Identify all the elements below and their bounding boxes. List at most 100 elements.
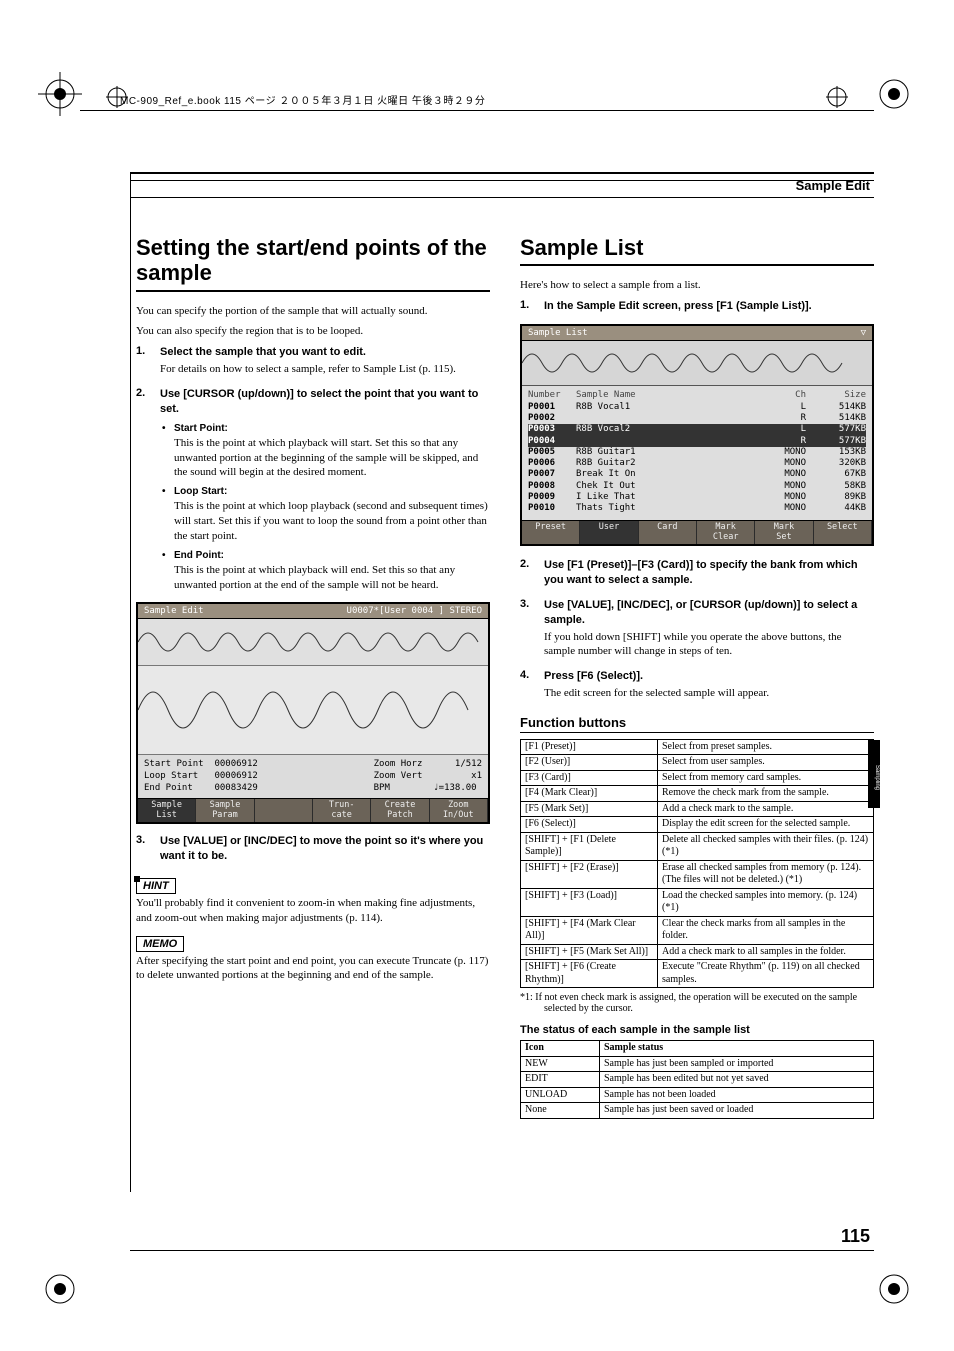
table-row: UNLOADSample has not been loaded [521,1087,874,1103]
dropdown-icon: ▽ [861,328,866,338]
heading-rule [520,732,874,733]
step-item: Use [VALUE], [INC/DEC], or [CURSOR (up/d… [520,598,874,659]
book-header: MC-909_Ref_e.book 115 ページ ２００５年３月１日 火曜日 … [120,92,485,107]
table-row: P0001R8B Vocal1L514KB [528,402,866,413]
col-header: Icon [521,1041,600,1057]
heading-rule [520,264,874,266]
step-item: Use [F1 (Preset)]–[F3 (Card)] to specify… [520,558,874,588]
table-row: [F5 (Mark Set)]Add a check mark to the s… [521,801,874,817]
sshot-params-left: Start Point 00006912 Loop Start 00006912… [144,759,258,794]
table-row: EDITSample has been edited but not yet s… [521,1072,874,1088]
left-column: Setting the start/end points of the samp… [136,235,490,1119]
register-mark [826,86,848,108]
crop-mark [38,72,82,116]
screenshot-sample-list: Sample List ▽ Number Sample Name Ch Size… [520,324,874,546]
sshot-params-right: Zoom Horz 1/512 Zoom Vert x1 BPM ♩=138.0… [374,759,482,794]
fkey-user: User [580,521,638,544]
step-head: Use [VALUE] or [INC/DEC] to move the poi… [160,834,490,864]
intro-text: You can specify the portion of the sampl… [136,304,490,319]
table-row: P0005R8B Guitar1MONO153KB [528,447,866,458]
bullet-label: Loop Start: [174,486,227,497]
crop-mark [38,1267,82,1311]
subheading-status: The status of each sample in the sample … [520,1024,874,1036]
table-row: P0003R8B Vocal2L577KB [528,424,866,435]
waveform-zoom [138,666,488,755]
section-heading-sample-list: Sample List [520,235,874,260]
table-row: NoneSample has just been saved or loaded [521,1103,874,1119]
left-margin-rule [130,172,131,1192]
step-head: In the Sample Edit screen, press [F1 (Sa… [544,299,874,314]
step-item: Press [F6 (Select)]. The edit screen for… [520,669,874,701]
bullet-desc: This is the point at which loop playback… [174,499,490,544]
table-row: P0007Break It OnMONO67KB [528,469,866,480]
crop-mark [872,72,916,116]
hint-icon: HINT [136,878,176,894]
bullet-label: Start Point: [174,423,228,434]
fkey-preset: Preset [522,521,580,544]
fkey-mark-clear: Mark Clear [697,521,755,544]
col-header: Sample status [600,1041,874,1057]
step-body: For details on how to select a sample, r… [160,362,490,377]
fkey-sample-list: Sample List [138,799,196,822]
step-item: Select the sample that you want to edit.… [136,345,490,377]
step-head: Use [CURSOR (up/down)] to select the poi… [160,387,490,417]
page-number: 115 [841,1226,870,1247]
memo-icon: MEMO [136,936,184,952]
bullet-item: End Point: This is the point at which pl… [160,550,490,593]
table-row: [SHIFT] + [F6 (Create Rhythm)]Execute "C… [521,960,874,988]
step-head: Use [F1 (Preset)]–[F3 (Card)] to specify… [544,558,874,588]
table-row: P0008Chek It OutMONO58KB [528,481,866,492]
bullet-item: Start Point: This is the point at which … [160,423,490,481]
table-row: P0010Thats TightMONO44KB [528,503,866,514]
sshot-title-left: Sample Edit [144,606,204,616]
table-row: P0009I Like ThatMONO89KB [528,492,866,503]
step-item: Use [CURSOR (up/down)] to select the poi… [136,387,490,592]
table-row: P0004R577KB [528,436,866,447]
fkey-mark-set: Mark Set [755,521,813,544]
table-row: [SHIFT] + [F2 (Erase)]Erase all checked … [521,860,874,888]
header-rule [80,110,874,111]
table-row: [SHIFT] + [F5 (Mark Set All)]Add a check… [521,944,874,960]
hint-body: You'll probably find it convenient to zo… [136,896,490,926]
fkey-zoom: Zoom In/Out [430,799,488,822]
page-header-title: Sample Edit [796,178,870,193]
table-row: [SHIFT] + [F4 (Mark Clear All)]Clear the… [521,916,874,944]
bullet-desc: This is the point at which playback will… [174,563,490,593]
table-row: [F6 (Select)]Display the edit screen for… [521,817,874,833]
step-head: Press [F6 (Select)]. [544,669,874,684]
step-head: Use [VALUE], [INC/DEC], or [CURSOR (up/d… [544,598,874,628]
bullet-label: End Point: [174,550,224,561]
sshot-title-right: U0007*[User 0004 ] STEREO [347,606,482,616]
bullet-item: Loop Start: This is the point at which l… [160,486,490,544]
table-header: Number Sample Name Ch Size [528,390,866,400]
table-row: NEWSample has just been sampled or impor… [521,1056,874,1072]
fkey-select: Select [814,521,872,544]
table-row: P0006R8B Guitar2MONO320KB [528,458,866,469]
heading-rule [136,290,490,292]
table-row: P0002R514KB [528,413,866,424]
screenshot-sample-edit: Sample Edit U0007*[User 0004 ] STEREO St… [136,602,490,824]
waveform-overview [138,619,488,666]
right-column: Sample List Here's how to select a sampl… [520,235,874,1119]
footnote: *1: If not even check mark is assigned, … [520,992,874,1014]
table-row: [SHIFT] + [F3 (Load)]Load the checked sa… [521,888,874,916]
fkey-card: Card [639,521,697,544]
table-row: [SHIFT] + [F1 (Delete Sample)]Delete all… [521,832,874,860]
page-rule [130,172,874,181]
fkey-truncate: Trun- cate [313,799,371,822]
sshot-title: Sample List [528,328,588,338]
table-row: [F3 (Card)]Select from memory card sampl… [521,770,874,786]
bullet-desc: This is the point at which playback will… [174,436,490,481]
crop-mark [872,1267,916,1311]
step-item: Use [VALUE] or [INC/DEC] to move the poi… [136,834,490,864]
table-row: [F2 (User)]Select from user samples. [521,755,874,771]
page-number-rule [130,1250,874,1251]
step-body: If you hold down [SHIFT] while you opera… [544,630,874,660]
function-buttons-table: [F1 (Preset)]Select from preset samples.… [520,739,874,989]
fkey-blank [255,799,313,822]
table-row: [F4 (Mark Clear)]Remove the check mark f… [521,786,874,802]
waveform-preview [522,341,872,386]
fkey-create-patch: Create Patch [371,799,429,822]
memo-body: After specifying the start point and end… [136,954,490,984]
page-rule [130,197,874,198]
